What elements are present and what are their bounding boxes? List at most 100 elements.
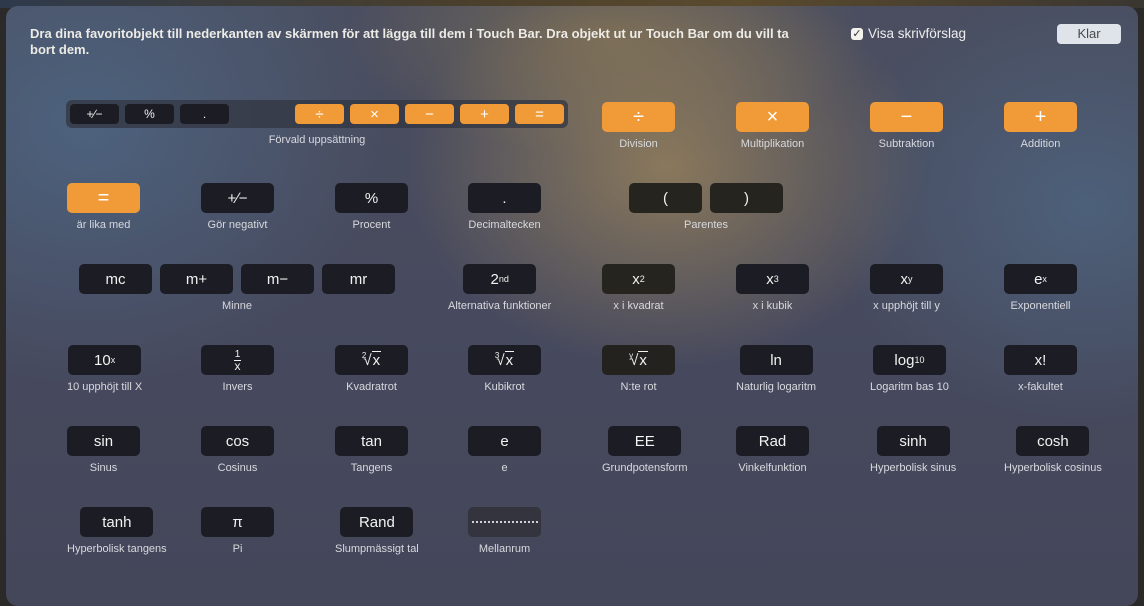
multiplication-key[interactable]: × [736,102,809,132]
item-nth-root[interactable]: y√x N:te rot [602,345,675,393]
item-power[interactable]: xy x upphöjt till y [870,264,943,312]
item-ee[interactable]: EE Grundpotensform [602,426,688,474]
item-memory[interactable]: mc m+ m− mr Minne [79,264,395,312]
key-sup: 2 [639,274,645,284]
space-key[interactable] [468,507,541,537]
ln-key[interactable]: ln [739,345,813,375]
item-pi[interactable]: π Pi [201,507,274,555]
ten-power-key[interactable]: 10 x [68,345,142,375]
item-division[interactable]: ÷ Division [602,102,675,150]
item-label: Alternativa funktioner [448,300,552,312]
inverse-key[interactable]: 1 x [201,345,274,375]
mc-key[interactable]: mc [79,264,152,294]
equals-key: = [515,104,564,124]
key-base: 2 [490,270,499,288]
item-factorial[interactable]: x! x-fakultet [1004,345,1077,393]
rand-key[interactable]: Rand [340,507,414,537]
item-e[interactable]: e e [468,426,541,474]
item-inverse[interactable]: 1 x Invers [201,345,274,393]
open-paren-key[interactable]: ( [629,183,702,213]
touch-bar-customization-panel: Dra dina favoritobjekt till nederkanten … [6,6,1138,606]
cube-key[interactable]: x3 [736,264,809,294]
item-ten-power[interactable]: 10 x 10 upphöjt till X [67,345,142,393]
tan-key[interactable]: tan [335,426,408,456]
subtraction-key[interactable]: − [870,102,943,132]
default-set-item[interactable]: +∕− % . ÷ × − + = Förvald uppsättning [66,100,568,146]
key-base: e [1034,270,1043,288]
close-paren-key[interactable]: ) [710,183,783,213]
square-root-key[interactable]: 2√x [335,345,408,375]
item-label: Sinus [89,462,118,474]
m-plus-key[interactable]: m+ [160,264,233,294]
minus-key: − [405,104,454,124]
root-index: 3 [494,351,500,360]
item-rand[interactable]: Rand Slumpmässigt tal [335,507,419,555]
key-base: x [766,270,774,288]
pi-key[interactable]: π [201,507,274,537]
exp-key[interactable]: ex [1004,264,1077,294]
checkmark-icon[interactable]: ✓ [851,27,863,40]
square-key[interactable]: x2 [602,264,675,294]
done-button[interactable]: Klar [1057,24,1121,44]
log10-key[interactable]: log 10 [872,345,946,375]
item-space[interactable]: Mellanrum [468,507,541,555]
item-ln[interactable]: ln Naturlig logaritm [736,345,816,393]
item-cube[interactable]: x3 x i kubik [736,264,809,312]
m-minus-key[interactable]: m− [241,264,314,294]
key-base: x [632,270,640,288]
item-square-root[interactable]: 2√x Kvadratrot [335,345,408,393]
item-label: Subtraktion [878,138,935,150]
typing-suggestions-checkbox[interactable]: ✓ Visa skrivförslag [851,26,966,41]
item-second-function[interactable]: 2nd Alternativa funktioner [448,264,551,312]
item-label: Minne [222,300,252,312]
item-addition[interactable]: + Addition [1004,102,1077,150]
mr-key[interactable]: mr [322,264,395,294]
item-percent[interactable]: % Procent [335,183,408,231]
item-negate[interactable]: +∕− Gör negativt [201,183,274,231]
cos-key[interactable]: cos [201,426,274,456]
multiply-key: × [350,104,399,124]
nth-root-key[interactable]: y√x [602,345,675,375]
decimal-key[interactable]: . [468,183,541,213]
item-equals[interactable]: = är lika med [67,183,140,231]
equals-key[interactable]: = [67,183,140,213]
sinh-key[interactable]: sinh [876,426,950,456]
percent-key: % [125,104,174,124]
item-cube-root[interactable]: 3√x Kubikrot [468,345,541,393]
default-set-strip[interactable]: +∕− % . ÷ × − + = [66,100,568,128]
root-index: y [629,351,634,360]
addition-key[interactable]: + [1004,102,1077,132]
division-key[interactable]: ÷ [602,102,675,132]
item-rad[interactable]: Rad Vinkelfunktion [736,426,809,474]
item-label: x upphöjt till y [873,300,940,312]
item-multiplication[interactable]: × Multiplikation [736,102,809,150]
item-cos[interactable]: cos Cosinus [201,426,274,474]
item-label: Tangens [350,462,393,474]
item-exponential[interactable]: ex Exponentiell [1004,264,1077,312]
item-subtraction[interactable]: − Subtraktion [870,102,943,150]
second-key[interactable]: 2nd [463,264,537,294]
factorial-key[interactable]: x! [1004,345,1077,375]
e-key[interactable]: e [468,426,541,456]
item-decimal[interactable]: . Decimaltecken [468,183,541,231]
item-parentheses[interactable]: ( ) Parentes [629,183,783,231]
ee-key[interactable]: EE [608,426,682,456]
item-tan[interactable]: tan Tangens [335,426,408,474]
negate-key[interactable]: +∕− [201,183,274,213]
rad-key[interactable]: Rad [736,426,809,456]
sin-key[interactable]: sin [67,426,140,456]
root-index: 2 [361,351,367,360]
percent-key[interactable]: % [335,183,408,213]
item-tanh[interactable]: tanh Hyperbolisk tangens [67,507,167,555]
root-icon: y√x [629,351,648,369]
cube-root-key[interactable]: 3√x [468,345,541,375]
item-cosh[interactable]: cosh Hyperbolisk cosinus [1004,426,1102,474]
item-label: Parentes [683,219,729,231]
item-sin[interactable]: sin Sinus [67,426,140,474]
item-square[interactable]: x2 x i kvadrat [602,264,675,312]
item-log10[interactable]: log 10 Logaritm bas 10 [870,345,949,393]
power-key[interactable]: xy [870,264,943,294]
tanh-key[interactable]: tanh [80,507,154,537]
item-sinh[interactable]: sinh Hyperbolisk sinus [870,426,956,474]
cosh-key[interactable]: cosh [1016,426,1090,456]
